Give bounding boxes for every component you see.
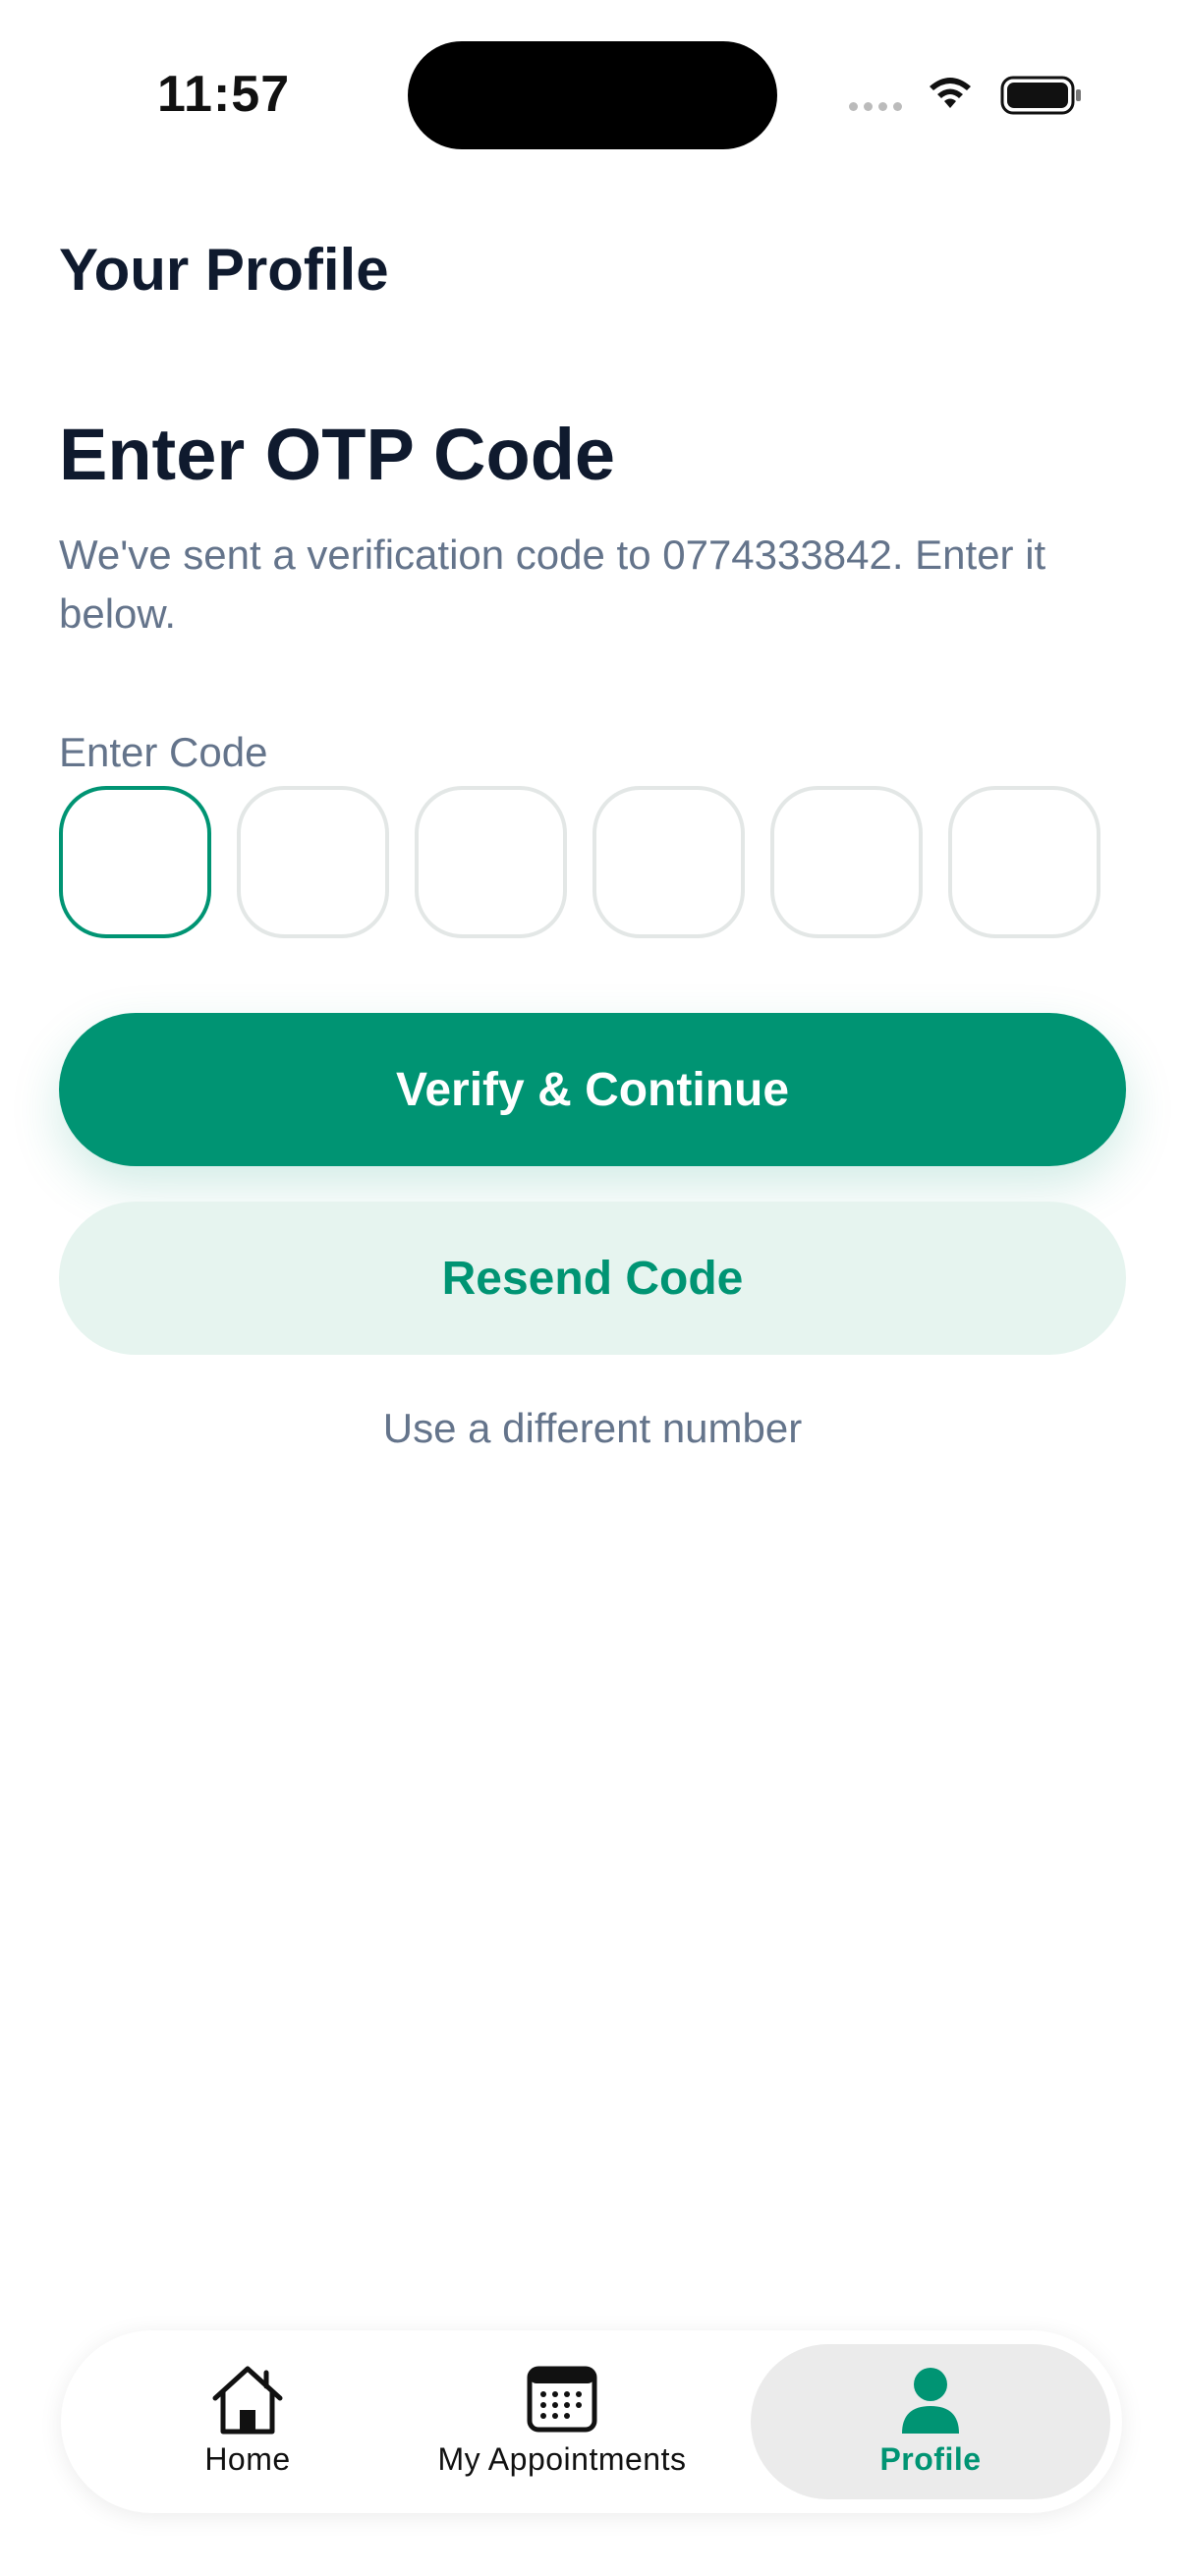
otp-digit-2[interactable] xyxy=(237,786,389,938)
otp-digit-5[interactable] xyxy=(770,786,923,938)
tab-profile[interactable]: Profile xyxy=(751,2344,1110,2499)
tab-profile-label: Profile xyxy=(879,2440,982,2477)
otp-digit-4[interactable] xyxy=(592,786,745,938)
resend-code-button[interactable]: Resend Code xyxy=(59,1202,1126,1355)
otp-digit-6[interactable] xyxy=(948,786,1100,938)
home-icon xyxy=(212,2366,283,2434)
otp-description: We've sent a verification code to 077433… xyxy=(59,532,1046,637)
tab-home-label: Home xyxy=(204,2440,291,2477)
tab-my-appointments-label: My Appointments xyxy=(437,2440,687,2477)
bottom-tab-bar: Home My Appointments Profile xyxy=(61,2330,1122,2513)
tab-home[interactable]: Home xyxy=(100,2344,395,2499)
person-icon xyxy=(902,2367,959,2434)
otp-digit-1[interactable] xyxy=(59,786,211,938)
code-label: Enter Code xyxy=(59,729,268,775)
otp-input-group xyxy=(59,786,1100,938)
otp-title: Enter OTP Code xyxy=(59,414,616,495)
battery-icon xyxy=(1000,76,1081,115)
use-different-number-link[interactable]: Use a different number xyxy=(0,1405,1185,1452)
status-time: 11:57 xyxy=(157,66,291,123)
otp-digit-3[interactable] xyxy=(415,786,567,938)
dynamic-island xyxy=(408,41,777,149)
verify-continue-button[interactable]: Verify & Continue xyxy=(59,1013,1126,1166)
wifi-icon xyxy=(930,78,971,108)
calendar-icon xyxy=(527,2366,597,2432)
page-title: Your Profile xyxy=(59,237,389,303)
tab-my-appointments[interactable]: My Appointments xyxy=(395,2344,729,2499)
cellular-signal-icon xyxy=(849,102,902,111)
